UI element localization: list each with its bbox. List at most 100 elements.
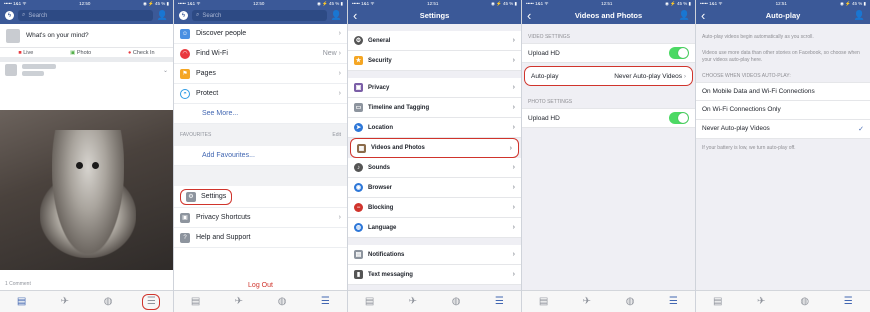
friend-requests-icon[interactable]: 👤 bbox=[854, 10, 865, 21]
back-icon[interactable]: ‹ bbox=[353, 7, 357, 24]
news-feed-tab-icon[interactable]: ▤ bbox=[13, 294, 31, 310]
add-favourites-link[interactable]: Add Favourites... bbox=[174, 146, 347, 166]
option-wifi-only[interactable]: On Wi-Fi Connections Only bbox=[696, 100, 870, 120]
autoplay-row[interactable]: Auto-play Never Auto-play Videos › bbox=[524, 66, 693, 86]
search-icon: ⌕ bbox=[22, 12, 26, 18]
settings-item-videos-photos[interactable]: ▦ Videos and Photos › bbox=[350, 138, 519, 158]
menu-item-discover-people[interactable]: ☺ Discover people › bbox=[174, 24, 347, 44]
choose-header: CHOOSE WHEN VIDEOS AUTO-PLAY: bbox=[702, 72, 791, 79]
rocket-tab-icon[interactable]: ✈ bbox=[230, 294, 248, 310]
settings-item-label: Location bbox=[368, 124, 393, 131]
favourites-header: FAVOURITES Edit bbox=[174, 124, 347, 146]
favourites-edit-button[interactable]: Edit bbox=[332, 132, 341, 138]
photo-upload-hd-row: Upload HD bbox=[522, 108, 695, 128]
messenger-icon[interactable]: ϟ bbox=[5, 11, 14, 20]
friend-requests-icon[interactable]: 👤 bbox=[679, 10, 690, 21]
chevron-right-icon: › bbox=[512, 224, 515, 231]
globe-tab-icon[interactable]: ◍ bbox=[447, 294, 465, 310]
settings-item-sounds[interactable]: ♪ Sounds › bbox=[348, 158, 521, 178]
menu-item-privacy-shortcuts[interactable]: ▣ Privacy Shortcuts › bbox=[174, 208, 347, 228]
news-feed-tab-icon[interactable]: ▤ bbox=[187, 294, 205, 310]
menu-tab-icon[interactable]: ☰ bbox=[316, 294, 334, 310]
menu-item-protect[interactable]: ◓ Protect › bbox=[174, 84, 347, 104]
settings-item-notifications[interactable]: ▤ Notifications › bbox=[348, 245, 521, 265]
option-never[interactable]: Never Auto-play Videos ✓ bbox=[696, 119, 870, 139]
timeline-icon: ▭ bbox=[354, 103, 363, 112]
clock: 12:51 bbox=[775, 1, 787, 6]
globe-tab-icon[interactable]: ◍ bbox=[273, 294, 291, 310]
rocket-tab-icon[interactable]: ✈ bbox=[56, 294, 74, 310]
photo-button[interactable]: ▣ Photo bbox=[70, 50, 91, 56]
news-feed-tab-icon[interactable]: ▤ bbox=[361, 294, 379, 310]
menu-tab-icon[interactable]: ☰ bbox=[142, 293, 161, 310]
settings-item-language[interactable]: ◍ Language › bbox=[348, 218, 521, 238]
post-author-blurred bbox=[22, 64, 56, 76]
video-settings-header: VIDEO SETTINGS bbox=[528, 34, 570, 40]
search-input[interactable]: ⌕ Search bbox=[18, 10, 153, 21]
screen-autoplay: ••••• 1&1 ᯤ 12:51 ◉ ⚡ 45 % ▮ ‹ Auto-play… bbox=[696, 0, 870, 312]
logout-button[interactable]: Log Out bbox=[174, 282, 347, 289]
menu-item-help[interactable]: ? Help and Support bbox=[174, 228, 347, 248]
menu-tab-icon[interactable]: ☰ bbox=[664, 294, 682, 310]
rocket-tab-icon[interactable]: ✈ bbox=[752, 294, 770, 310]
globe-tab-icon[interactable]: ◍ bbox=[621, 294, 639, 310]
photo-upload-hd-toggle[interactable] bbox=[669, 112, 689, 124]
globe-tab-icon[interactable]: ◍ bbox=[99, 294, 117, 310]
cat-eye-left bbox=[76, 162, 83, 169]
settings-item-general[interactable]: ⚙ General › bbox=[348, 31, 521, 51]
back-icon[interactable]: ‹ bbox=[527, 7, 531, 24]
friend-requests-icon[interactable]: 👤 bbox=[157, 10, 168, 21]
settings-item-blocking[interactable]: − Blocking › bbox=[348, 198, 521, 218]
globe-tab-icon[interactable]: ◍ bbox=[796, 294, 814, 310]
menu-item-find-wifi[interactable]: ◠ Find Wi-Fi New › bbox=[174, 44, 347, 64]
gear-icon: ⚙ bbox=[354, 36, 363, 45]
composer[interactable]: What's on your mind? bbox=[0, 24, 173, 48]
menu-tab-icon[interactable]: ☰ bbox=[490, 294, 508, 310]
favourites-title: FAVOURITES bbox=[180, 132, 212, 138]
see-more-link[interactable]: See More... bbox=[174, 104, 347, 124]
settings-item-label: Blocking bbox=[368, 204, 394, 211]
comment-count[interactable]: 1 Comment bbox=[5, 281, 31, 287]
tab-bar: ▤ ✈ ◍ ☰ bbox=[174, 290, 347, 312]
menu-tab-icon[interactable]: ☰ bbox=[839, 294, 857, 310]
settings-item-label: Browser bbox=[368, 184, 393, 191]
battery: ◉ ⚡ 45 % ▮ bbox=[316, 0, 343, 6]
carrier: ••••• 1&1 ᯤ bbox=[4, 0, 27, 6]
screen-menu: ••••• 1&1 ᯤ 12:50 ◉ ⚡ 45 % ▮ ϟ ⌕ Search 👤… bbox=[174, 0, 348, 312]
news-feed-tab-icon[interactable]: ▤ bbox=[535, 294, 553, 310]
option-mobile-wifi[interactable]: On Mobile Data and Wi-Fi Connections bbox=[696, 81, 870, 101]
settings-item-security[interactable]: ★ Security › bbox=[348, 51, 521, 71]
chevron-right-icon: › bbox=[509, 144, 512, 152]
post-photo[interactable] bbox=[0, 110, 173, 270]
messenger-icon[interactable]: ϟ bbox=[179, 11, 188, 20]
chevron-right-icon: › bbox=[512, 204, 515, 211]
photo-settings-header: PHOTO SETTINGS bbox=[528, 99, 573, 105]
news-feed-tab-icon[interactable]: ▤ bbox=[709, 294, 727, 310]
chevron-down-icon[interactable]: ⌄ bbox=[163, 67, 168, 74]
settings-item-location[interactable]: ➤ Location › bbox=[348, 118, 521, 138]
location-icon: ➤ bbox=[354, 123, 363, 132]
carrier: ••••• 1&1 ᯤ bbox=[178, 0, 201, 6]
menu-item-settings[interactable]: ⚙ Settings bbox=[174, 186, 347, 208]
friend-requests-icon[interactable]: 👤 bbox=[331, 10, 342, 21]
settings-item-browser[interactable]: ◉ Browser › bbox=[348, 178, 521, 198]
live-button[interactable]: ■ Live bbox=[18, 50, 33, 56]
post-avatar[interactable] bbox=[5, 64, 17, 76]
chevron-right-icon: › bbox=[338, 214, 341, 221]
rocket-tab-icon[interactable]: ✈ bbox=[404, 294, 422, 310]
search-input[interactable]: ⌕ Search bbox=[192, 10, 327, 21]
settings-item-timeline[interactable]: ▭ Timeline and Tagging › bbox=[348, 98, 521, 118]
settings-item-privacy[interactable]: ▣ Privacy › bbox=[348, 78, 521, 98]
live-icon: ■ bbox=[18, 49, 22, 56]
back-icon[interactable]: ‹ bbox=[701, 7, 705, 24]
settings-item-text-messaging[interactable]: ▮ Text messaging › bbox=[348, 265, 521, 285]
rocket-tab-icon[interactable]: ✈ bbox=[578, 294, 596, 310]
upload-hd-toggle[interactable] bbox=[669, 47, 689, 59]
check-in-button[interactable]: ● Check In bbox=[128, 50, 155, 56]
autoplay-label: Auto-play bbox=[531, 72, 559, 80]
menu-item-label: Pages bbox=[196, 70, 216, 77]
settings-item-label: Videos and Photos bbox=[371, 145, 425, 151]
navbar: ‹ Auto-play 👤 bbox=[696, 7, 870, 24]
menu-item-pages[interactable]: ⚑ Pages › bbox=[174, 64, 347, 84]
clock: 12:50 bbox=[253, 1, 265, 6]
